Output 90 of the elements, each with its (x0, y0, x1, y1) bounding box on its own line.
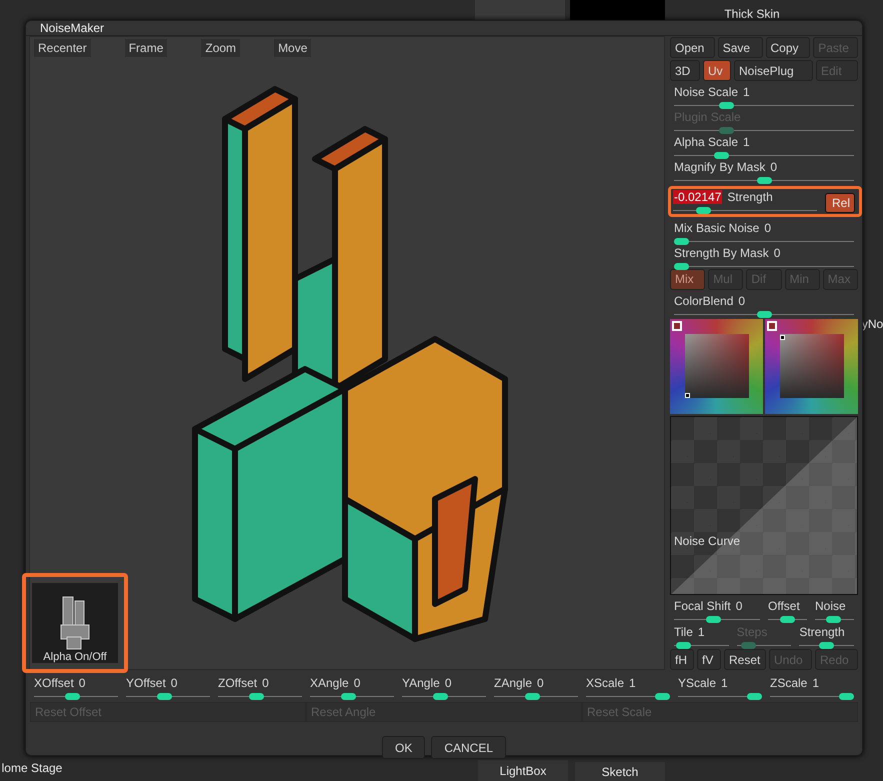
slider-thumb[interactable] (839, 693, 854, 700)
slider-thumb[interactable] (718, 102, 734, 109)
strength-slider[interactable]: -0.02147 Strength Rel (668, 186, 862, 217)
slider-label: Strength (727, 190, 773, 204)
slider-thumb[interactable] (433, 693, 448, 700)
slider-thumb[interactable] (157, 693, 172, 700)
slider-value: 0 (537, 676, 544, 690)
slider-label: Alpha Scale (674, 135, 738, 149)
tool-button[interactable]: fH (670, 649, 694, 670)
slider-thumb[interactable] (696, 207, 712, 214)
mode-button[interactable]: 3D (670, 60, 700, 81)
slider-label: ColorBlend (674, 294, 734, 308)
slider-label: Tile (674, 625, 693, 639)
slider-label: Noise (815, 599, 846, 613)
slider-thumb[interactable] (525, 693, 540, 700)
slider-label: Strength By Mask (674, 246, 769, 260)
slider-value: 1 (721, 676, 728, 690)
dialog-button[interactable]: CANCEL (431, 736, 506, 759)
strength-value: -0.02147 (673, 190, 722, 204)
slider-value: 1 (698, 625, 705, 639)
file-button[interactable]: Save (718, 37, 762, 58)
viewport-button[interactable]: Zoom (201, 39, 240, 57)
slider-thumb[interactable] (819, 642, 834, 649)
file-button[interactable]: Open (670, 37, 715, 58)
slider-thumb[interactable] (706, 616, 721, 623)
slider-label: Noise Scale (674, 85, 738, 99)
slider-label: ZScale (770, 676, 808, 690)
slider-value: 1 (629, 676, 636, 690)
slider-thumb[interactable] (249, 693, 264, 700)
viewport-button[interactable]: Recenter (34, 39, 91, 57)
slider-label: XAngle (310, 676, 349, 690)
slider-value: 0 (736, 599, 742, 613)
slider-thumb[interactable] (756, 177, 772, 184)
slider-thumb[interactable] (714, 152, 729, 159)
color-picker[interactable] (670, 318, 763, 414)
mode-button[interactable]: Uv (703, 60, 731, 81)
menu-label: lome Stage (0, 760, 64, 777)
rel-button[interactable]: Rel (825, 193, 855, 213)
slider-value: 1 (812, 676, 820, 690)
tool-button[interactable]: Reset (724, 649, 766, 670)
material-title: Thick Skin (723, 6, 781, 23)
slider-label: Mix Basic Noise (674, 220, 760, 235)
tool-button[interactable]: fV (697, 649, 721, 670)
viewport-button[interactable]: Move (274, 39, 312, 57)
slider-value: 0 (444, 676, 452, 690)
slider-thumb[interactable] (341, 693, 356, 700)
alpha-thumbnail[interactable]: Alpha On/Off (22, 573, 128, 673)
mode-button[interactable]: NoisePlug (734, 60, 813, 81)
slider-thumb[interactable] (747, 693, 762, 700)
slider-label: YOffset (126, 676, 166, 690)
color-picker[interactable] (765, 318, 858, 414)
lightbox-button[interactable]: LightBox (478, 760, 568, 781)
slider-label: Magnify By Mask (674, 160, 766, 174)
slider-label: Offset (768, 599, 800, 613)
noise-curve-graph[interactable]: Noise Curve (670, 416, 858, 595)
sketch-button[interactable]: Sketch (575, 762, 665, 781)
slider-label: ZOffset (218, 676, 258, 690)
slider-value: 0 (770, 160, 778, 174)
slider-value: 0 (774, 246, 780, 260)
slider-thumb[interactable] (674, 262, 689, 270)
slider-label: XOffset (34, 676, 74, 690)
slider-label: Strength (799, 625, 845, 639)
viewport-button[interactable]: Frame (124, 39, 168, 57)
slider-thumb[interactable] (676, 642, 691, 649)
slider-value: 0 (738, 294, 746, 308)
file-button[interactable]: Copy (766, 37, 810, 58)
slider-thumb[interactable] (65, 693, 80, 700)
slider-value: 0 (262, 676, 269, 690)
slider-label: ZAngle (494, 676, 532, 690)
slider-value: 0 (170, 676, 178, 690)
slider-label: YAngle (402, 676, 440, 690)
slider-value: 0 (354, 676, 360, 690)
slider-value: 0 (78, 676, 86, 690)
alpha-label: Alpha On/Off (43, 651, 107, 663)
curve-label: Noise Curve (674, 534, 740, 548)
slider-thumb[interactable] (674, 238, 689, 245)
slider-value: 0 (764, 220, 772, 235)
dialog-button[interactable]: OK (382, 736, 426, 759)
slider-label: Focal Shift (674, 599, 731, 613)
dialog-title: NoiseMaker (40, 21, 104, 35)
slider-value: 1 (743, 85, 750, 99)
slider-thumb[interactable] (655, 693, 670, 700)
slider-label: XScale (586, 676, 624, 690)
menu-label: yNo (862, 316, 883, 333)
slider-thumb[interactable] (756, 310, 772, 318)
blend-mode-button[interactable]: Mix (670, 268, 706, 290)
slider-thumb[interactable] (780, 616, 795, 623)
slider-label: YScale (678, 676, 716, 690)
slider-value: 1 (743, 135, 750, 149)
slider-thumb[interactable] (826, 616, 841, 623)
